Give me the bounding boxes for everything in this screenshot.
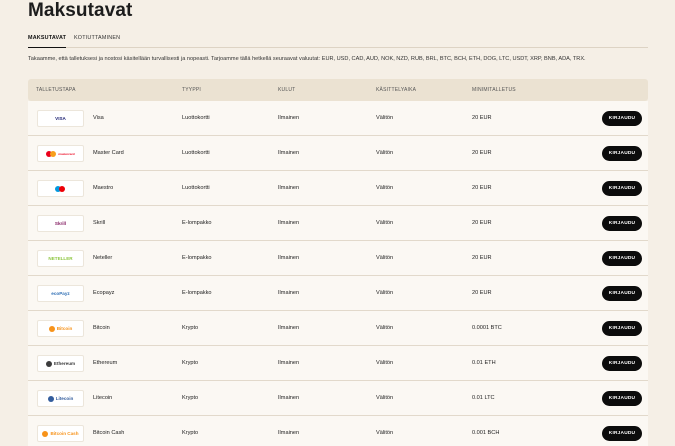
method-fee: Ilmainen [278,325,300,331]
table-row: Litecoin Litecoin Krypto Ilmainen Välitön 0.0… [28,381,648,416]
min-deposit: 20 EUR [472,220,492,226]
method-type: Krypto [182,395,199,401]
min-deposit: 20 EUR [472,185,492,191]
method-type: Luottokortti [182,150,210,156]
min-deposit: 0.001 BCH [472,430,500,436]
method-type: Krypto [182,430,199,436]
table-row: Maestro Luottokortti Ilmainen Välitön 20 EUR… [28,171,648,206]
table-row: NETELLER Neteller E-lompakko Ilmainen Välitö… [28,241,648,276]
method-type: E-lompakko [182,290,212,296]
header-fee: KULUT [278,87,296,93]
method-name: Ecopayz [93,290,115,296]
method-name: Bitcoin Cash [93,430,125,436]
method-type: Krypto [182,325,199,331]
min-deposit: 20 EUR [472,150,492,156]
table-row: Skrill Skrill E-lompakko Ilmainen Välitön 20 … [28,206,648,241]
method-fee: Ilmainen [278,290,300,296]
method-name: Visa [93,115,104,121]
login-button[interactable]: KIRJAUDU [602,286,642,301]
method-name: Ethereum [93,360,118,366]
method-fee: Ilmainen [278,115,300,121]
header-time: KÄSITTELYAIKA [376,87,417,93]
bitcoin-logo-icon: Bitcoin [37,320,84,337]
visa-logo-icon: VISA [37,110,84,127]
method-fee: Ilmainen [278,185,300,191]
litecoin-logo-icon: Litecoin [37,390,84,407]
min-deposit: 0.01 ETH [472,360,496,366]
skrill-logo-icon: Skrill [37,215,84,232]
table-row: mastercard Master Card Luottokortti Ilmaine… [28,136,648,171]
processing-time: Välitön [376,255,394,261]
method-type: E-lompakko [182,255,212,261]
min-deposit: 20 EUR [472,255,492,261]
table-row: Bitcoin Bitcoin Krypto Ilmainen Välitön 0.000… [28,311,648,346]
table-row: Ethereum Ethereum Krypto Ilmainen Välitön 0.0… [28,346,648,381]
table-body: VISA Visa Luottokortti Ilmainen Välitön 20 EU… [28,101,648,446]
method-name: Master Card [93,150,124,156]
header-min-deposit: MINIMITALLETUS [472,87,516,93]
method-name: Litecoin [93,395,113,401]
method-type: Krypto [182,360,199,366]
processing-time: Välitön [376,220,394,226]
processing-time: Välitön [376,150,394,156]
intro-text: Takaamme, että talletuksesi ja nostosi k… [28,56,586,62]
mastercard-logo-icon: mastercard [37,145,84,162]
method-type: Luottokortti [182,115,210,121]
ecopayz-logo-icon: ecoPayz [37,285,84,302]
method-fee: Ilmainen [278,255,300,261]
header-method: TALLETUSTAPA [36,87,76,93]
table-row: ecoPayz Ecopayz E-lompakko Ilmainen Välitön 2… [28,276,648,311]
login-button[interactable]: KIRJAUDU [602,181,642,196]
tab-maksutavat[interactable]: MAKSUTAVAT [28,35,67,48]
ethereum-logo-icon: Ethereum [37,355,84,372]
maestro-logo-icon [37,180,84,197]
method-type: Luottokortti [182,185,210,191]
header-type: TYYPPI [182,87,201,93]
login-button[interactable]: KIRJAUDU [602,391,642,406]
login-button[interactable]: KIRJAUDU [602,251,642,266]
method-fee: Ilmainen [278,395,300,401]
processing-time: Välitön [376,115,394,121]
neteller-logo-icon: NETELLER [37,250,84,267]
table-header: TALLETUSTAPA TYYPPI KULUT KÄSITTELYAIKA … [28,79,648,101]
login-button[interactable]: KIRJAUDU [602,321,642,336]
processing-time: Välitön [376,185,394,191]
method-name: Bitcoin [93,325,110,331]
bitcoin-cash-logo-icon: Bitcoin Cash [37,425,84,442]
method-fee: Ilmainen [278,150,300,156]
processing-time: Välitön [376,430,394,436]
login-button[interactable]: KIRJAUDU [602,111,642,126]
min-deposit: 0.0001 BTC [472,325,502,331]
tab-bar: MAKSUTAVAT KOTIUTTAMINEN [28,34,648,48]
login-button[interactable]: KIRJAUDU [602,356,642,371]
login-button[interactable]: KIRJAUDU [602,426,642,441]
min-deposit: 20 EUR [472,290,492,296]
table-row: VISA Visa Luottokortti Ilmainen Välitön 20 EU… [28,101,648,136]
processing-time: Välitön [376,360,394,366]
method-name: Skrill [93,220,106,226]
login-button[interactable]: KIRJAUDU [602,146,642,161]
method-type: E-lompakko [182,220,212,226]
page-title: Maksutavat [28,0,133,21]
method-name: Neteller [93,255,113,261]
method-fee: Ilmainen [278,220,300,226]
login-button[interactable]: KIRJAUDU [602,216,642,231]
method-name: Maestro [93,185,114,191]
method-fee: Ilmainen [278,430,300,436]
tab-kotiuttaminen[interactable]: KOTIUTTAMINEN [74,35,120,47]
method-fee: Ilmainen [278,360,300,366]
min-deposit: 20 EUR [472,115,492,121]
processing-time: Välitön [376,290,394,296]
processing-time: Välitön [376,325,394,331]
table-row: Bitcoin Cash Bitcoin Cash Krypto Ilmainen Vä… [28,416,648,446]
payment-methods-table: TALLETUSTAPA TYYPPI KULUT KÄSITTELYAIKA … [28,79,648,446]
min-deposit: 0.01 LTC [472,395,495,401]
processing-time: Välitön [376,395,394,401]
